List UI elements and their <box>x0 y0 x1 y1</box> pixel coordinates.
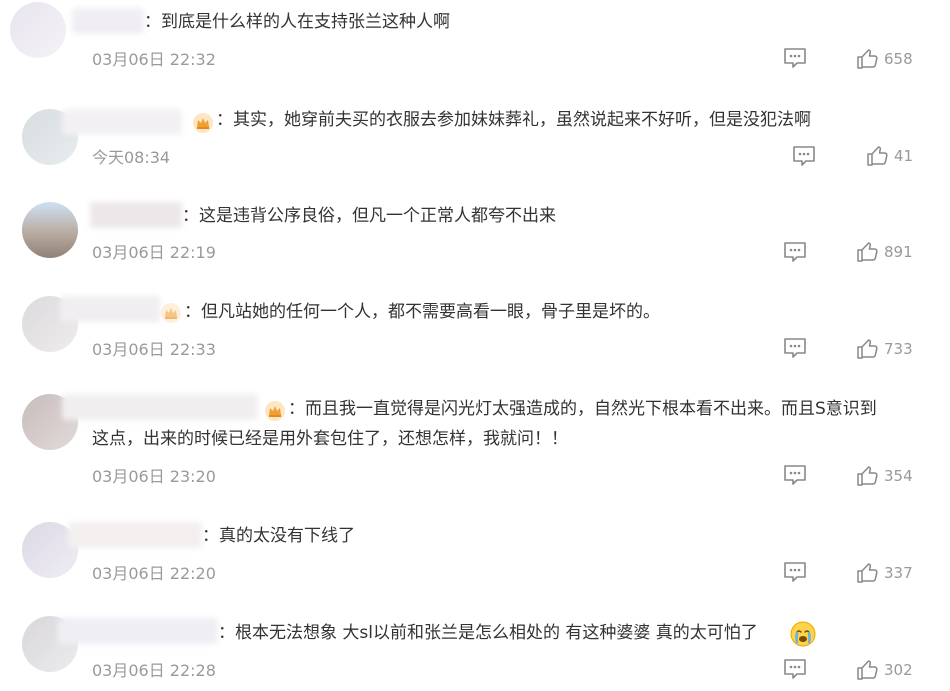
like-button[interactable]: 302 <box>856 659 913 681</box>
reply-icon[interactable] <box>792 145 816 167</box>
comment-text: ：但凡站她的任何一个人，都不需要高看一眼，骨子里是坏的。 <box>184 302 660 322</box>
like-button[interactable]: 658 <box>856 48 913 70</box>
comment-time: 03月06日 23:20 <box>92 467 216 486</box>
comment-text-continued: 这点，出来的时候已经是用外套包住了，还想怎样，我就问！！ <box>92 429 568 449</box>
comment-text: ：根本无法想象 大sl以前和张兰是怎么相处的 有这种婆婆 真的太可怕了 <box>218 623 758 643</box>
comment-time: 03月06日 22:32 <box>92 50 216 69</box>
thumbs-up-icon <box>857 339 878 359</box>
comment-item: ：根本无法想象 大sl以前和张兰是怎么相处的 有这种婆婆 真的太可怕了 03月0… <box>0 606 950 691</box>
avatar[interactable] <box>22 202 78 258</box>
username-blurred[interactable] <box>62 109 182 135</box>
avatar[interactable] <box>10 2 66 58</box>
username-blurred[interactable] <box>72 8 144 34</box>
comment-text: ：这是违背公序良俗，但凡一个正常人都夸不出来 <box>182 206 556 226</box>
username-blurred[interactable] <box>68 522 202 548</box>
like-count: 733 <box>884 340 913 358</box>
like-button[interactable]: 354 <box>856 465 913 487</box>
comment-time: 03月06日 22:28 <box>92 661 216 680</box>
crying-emoji-icon <box>790 621 816 647</box>
comment-time: 今天08:34 <box>92 148 171 167</box>
like-button[interactable]: 337 <box>856 562 913 584</box>
like-button[interactable]: 733 <box>856 338 913 360</box>
comment-item: ：而且我一直觉得是闪光灯太强造成的，自然光下根本看不出来。而且S意识到 这点，出… <box>0 384 950 510</box>
like-count: 302 <box>884 661 913 679</box>
comment-text: ：而且我一直觉得是闪光灯太强造成的，自然光下根本看不出来。而且S意识到 <box>288 399 877 419</box>
comment-item: ：但凡站她的任何一个人，都不需要高看一眼，骨子里是坏的。 03月06日 22:3… <box>0 288 950 384</box>
like-count: 354 <box>884 467 913 485</box>
crown-badge-icon <box>265 401 285 421</box>
comment-item: ：其实，她穿前夫买的衣服去参加妹妹葬礼，虽然说起来不好听，但是没犯法啊 今天08… <box>0 95 950 192</box>
crown-badge-icon <box>161 303 181 323</box>
thumbs-up-icon <box>857 660 878 680</box>
username-blurred[interactable] <box>58 618 218 644</box>
reply-icon[interactable] <box>783 561 807 583</box>
thumbs-up-icon <box>867 146 888 166</box>
comment-text: ：其实，她穿前夫买的衣服去参加妹妹葬礼，虽然说起来不好听，但是没犯法啊 <box>216 110 811 130</box>
comment-item: ：这是违背公序良俗，但凡一个正常人都夸不出来 03月06日 22:19 891 <box>0 192 950 288</box>
comment-item: ：到底是什么样的人在支持张兰这种人啊 03月06日 22:32 658 <box>0 0 950 95</box>
like-button[interactable]: 41 <box>866 145 913 167</box>
like-count: 891 <box>884 243 913 261</box>
reply-icon[interactable] <box>783 337 807 359</box>
thumbs-up-icon <box>857 563 878 583</box>
thumbs-up-icon <box>857 49 878 69</box>
comment-item: ：真的太没有下线了 03月06日 22:20 337 <box>0 510 950 606</box>
like-count: 41 <box>894 147 914 165</box>
reply-icon[interactable] <box>783 47 807 69</box>
crown-badge-icon <box>193 113 213 133</box>
reply-icon[interactable] <box>783 464 807 486</box>
comment-text: ：真的太没有下线了 <box>202 526 355 546</box>
comment-time: 03月06日 22:20 <box>92 564 216 583</box>
like-button[interactable]: 891 <box>856 241 913 263</box>
comment-text: ：到底是什么样的人在支持张兰这种人啊 <box>144 12 450 32</box>
reply-icon[interactable] <box>783 241 807 263</box>
username-blurred[interactable] <box>90 202 182 228</box>
thumbs-up-icon <box>857 466 878 486</box>
username-blurred[interactable] <box>62 394 258 420</box>
like-count: 658 <box>884 50 913 68</box>
comment-time: 03月06日 22:19 <box>92 243 216 262</box>
username-blurred[interactable] <box>60 296 160 322</box>
like-count: 337 <box>884 564 913 582</box>
thumbs-up-icon <box>857 242 878 262</box>
reply-icon[interactable] <box>783 658 807 680</box>
comment-time: 03月06日 22:33 <box>92 340 216 359</box>
